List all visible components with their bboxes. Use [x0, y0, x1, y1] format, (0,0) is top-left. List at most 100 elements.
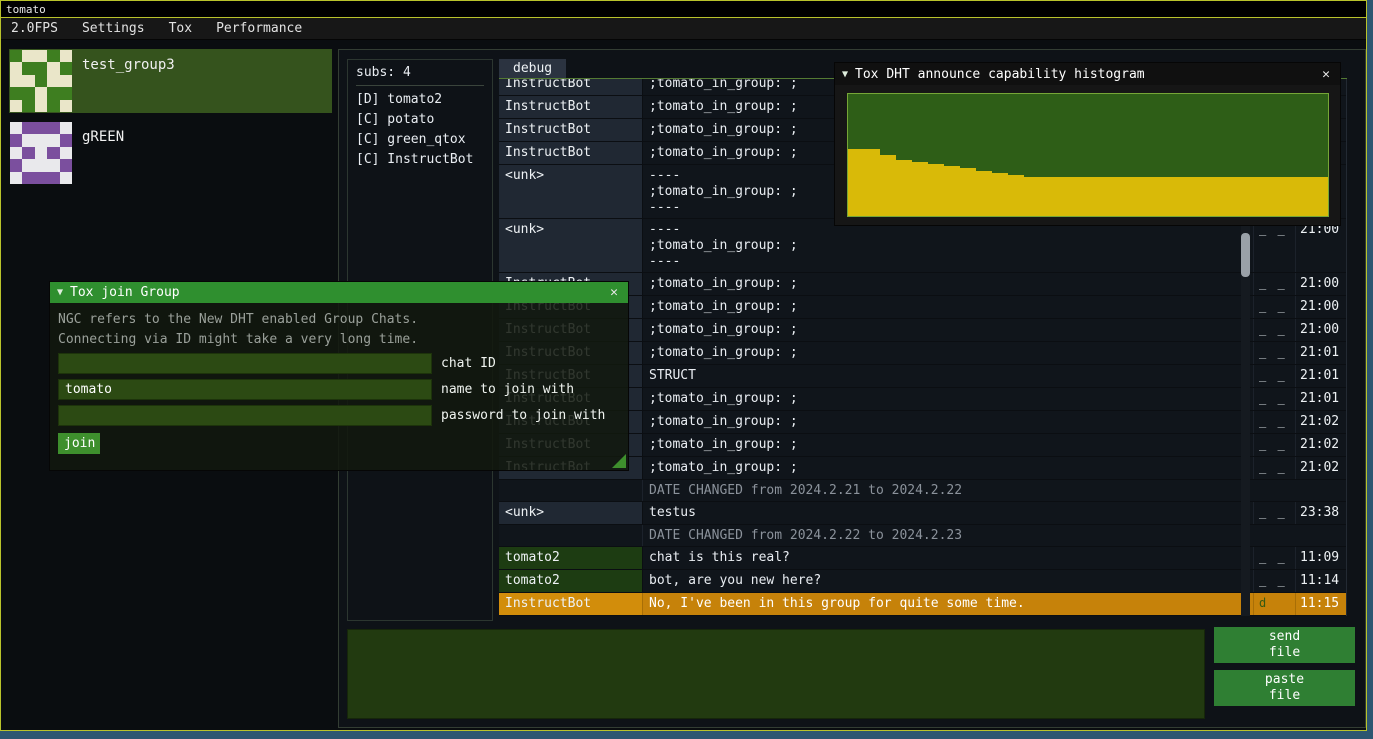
chat-time-cell: 11:15	[1296, 593, 1346, 615]
chat-flags-cell: d	[1254, 593, 1296, 615]
chat-sender-cell: tomato2	[499, 547, 643, 569]
avatar	[10, 122, 72, 184]
chat-time-cell: 21:00	[1296, 219, 1346, 272]
chat-time-cell: 21:02	[1296, 457, 1346, 479]
contact-name: gREEN	[82, 129, 124, 145]
chat-sender-cell: <unk>	[499, 165, 643, 218]
chat-time-cell: 21:00	[1296, 296, 1346, 318]
chat-sender-cell: <unk>	[499, 502, 643, 524]
histogram-bar	[864, 149, 880, 216]
chat-date-row: DATE CHANGED from 2024.2.21 to 2024.2.22	[499, 480, 1346, 502]
chat-message-cell: testus	[643, 502, 1254, 524]
chat-sender-cell	[499, 480, 643, 501]
join-group-body: NGC refers to the New DHT enabled Group …	[50, 303, 628, 461]
chat-scrollbar-thumb[interactable]	[1241, 233, 1250, 277]
chat-message-cell: ;tomato_in_group: ;	[643, 388, 1254, 410]
chat-time-cell: 11:14	[1296, 570, 1346, 592]
chat-flags-cell: _ _	[1254, 388, 1296, 410]
histogram-bar	[1056, 177, 1072, 216]
histogram-bar	[976, 171, 992, 216]
histogram-title: Tox DHT announce capability histogram	[855, 67, 1145, 82]
close-icon[interactable]: ✕	[1319, 67, 1333, 82]
chat-message-cell: ;tomato_in_group: ;	[643, 457, 1254, 479]
contact-row-green[interactable]: gREEN	[9, 121, 332, 185]
chat-row[interactable]: tomato2chat is this real?_ _11:09	[499, 547, 1346, 570]
chat-flags-cell: _ _	[1254, 296, 1296, 318]
histogram-bar	[1296, 177, 1312, 216]
close-icon[interactable]: ✕	[607, 285, 621, 300]
histogram-bar	[1232, 177, 1248, 216]
chat-row[interactable]: InstructBotNo, I've been in this group f…	[499, 593, 1346, 616]
join-field-label: password to join with	[441, 408, 605, 423]
subs-member[interactable]: [C] green_qtox	[356, 130, 484, 150]
subs-member[interactable]: [D] tomato2	[356, 90, 484, 110]
join-group-titlebar[interactable]: ▼ Tox join Group ✕	[50, 282, 628, 303]
subs-member[interactable]: [C] InstructBot	[356, 150, 484, 170]
histogram-bar	[1248, 177, 1264, 216]
histogram-bar	[896, 160, 912, 216]
menu-item-settings[interactable]: Settings	[70, 21, 157, 36]
chat-sender-cell: InstructBot	[499, 79, 643, 95]
chat-flags-cell: _ _	[1254, 570, 1296, 592]
message-input[interactable]	[347, 629, 1205, 719]
chat-flags-cell: _ _	[1254, 273, 1296, 295]
collapse-icon[interactable]: ▼	[57, 287, 63, 298]
send-file-button[interactable]: send file	[1214, 627, 1355, 663]
histogram-bar	[1216, 177, 1232, 216]
chat-flags-cell: _ _	[1254, 319, 1296, 341]
chat-message-cell: ---- ;tomato_in_group: ; ----	[643, 219, 1254, 272]
chat-sender-cell: <unk>	[499, 219, 643, 272]
histogram-bar	[1024, 177, 1040, 216]
subs-member[interactable]: [C] potato	[356, 110, 484, 130]
histogram-bar	[1312, 177, 1328, 216]
contact-row-test_group3[interactable]: test_group3	[9, 49, 332, 113]
chat-time-cell: 21:00	[1296, 319, 1346, 341]
chat-flags-cell: _ _	[1254, 502, 1296, 524]
join-info-line: NGC refers to the New DHT enabled Group …	[58, 310, 620, 330]
separator	[356, 85, 484, 86]
paste-file-button[interactable]: paste file	[1214, 670, 1355, 706]
histogram-bar	[1184, 177, 1200, 216]
histogram-bar	[1040, 177, 1056, 216]
chat-time-cell: 23:38	[1296, 502, 1346, 524]
histogram-bar	[992, 173, 1008, 216]
chat-message-cell: ;tomato_in_group: ;	[643, 273, 1254, 295]
histogram-bar	[1120, 177, 1136, 216]
chat-message-cell: ;tomato_in_group: ;	[643, 296, 1254, 318]
chat-row[interactable]: <unk>---- ;tomato_in_group: ; ----_ _21:…	[499, 219, 1346, 273]
chat-sender-cell	[499, 525, 643, 546]
chat-date-row: DATE CHANGED from 2024.2.22 to 2024.2.23	[499, 525, 1346, 547]
chat-sender-cell: InstructBot	[499, 142, 643, 164]
chat-message-cell: ;tomato_in_group: ;	[643, 342, 1254, 364]
histogram-bar	[960, 168, 976, 216]
tab-debug[interactable]: debug	[499, 59, 566, 79]
histogram-bar	[848, 149, 864, 216]
join-name-input[interactable]	[58, 379, 432, 400]
collapse-icon[interactable]: ▼	[842, 69, 848, 80]
join-info-line: Connecting via ID might take a very long…	[58, 330, 620, 350]
menu-item-tox[interactable]: Tox	[157, 21, 204, 36]
chat-flags-cell: _ _	[1254, 365, 1296, 387]
chat-row[interactable]: tomato2bot, are you new here?_ _11:14	[499, 570, 1346, 593]
chat-time-cell: 21:00	[1296, 273, 1346, 295]
chat-row[interactable]: <unk>testus_ _23:38	[499, 502, 1346, 525]
join-button[interactable]: join	[58, 433, 100, 454]
chat-time-cell: 21:01	[1296, 388, 1346, 410]
histogram-bar	[1200, 177, 1216, 216]
histogram-titlebar[interactable]: ▼ Tox DHT announce capability histogram …	[835, 63, 1340, 85]
join-group-window: ▼ Tox join Group ✕ NGC refers to the New…	[50, 282, 628, 470]
join-field-label: chat ID	[441, 356, 496, 371]
menu-item-performance[interactable]: Performance	[204, 21, 314, 36]
join-group-title: Tox join Group	[70, 285, 180, 300]
chat-id-input[interactable]	[58, 353, 432, 374]
chat-sender-cell: InstructBot	[499, 96, 643, 118]
window-title: tomato	[6, 3, 46, 16]
subs-title: subs: 4	[356, 65, 484, 80]
histogram-plot	[847, 93, 1329, 217]
chat-time-cell: 21:02	[1296, 411, 1346, 433]
resize-grip-icon[interactable]	[612, 454, 626, 468]
join-password-input[interactable]	[58, 405, 432, 426]
chat-message-cell: ;tomato_in_group: ;	[643, 434, 1254, 456]
histogram-bar	[1280, 177, 1296, 216]
histogram-bar	[1168, 177, 1184, 216]
